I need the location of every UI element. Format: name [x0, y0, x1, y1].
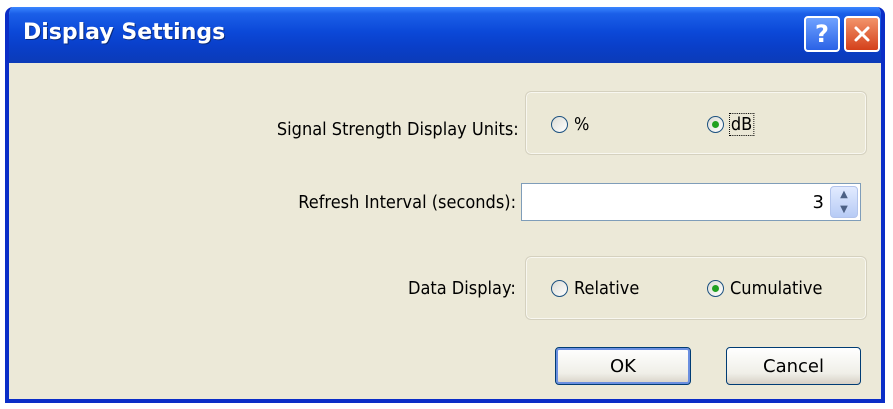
cancel-button-label: Cancel: [763, 355, 824, 377]
cumulative-radio-label: Cumulative: [730, 278, 823, 299]
percent-radio-circle: [551, 116, 568, 133]
percent-radio-label: %: [574, 114, 590, 135]
db-radio-circle: [707, 116, 724, 133]
cumulative-radio-circle: [707, 280, 724, 297]
help-button[interactable]: ?: [804, 16, 840, 52]
spinner-up-icon[interactable]: ▲: [831, 187, 857, 202]
title-bar[interactable]: Display Settings ?: [9, 7, 881, 63]
cancel-button[interactable]: Cancel: [726, 347, 861, 385]
cumulative-radio[interactable]: Cumulative: [707, 278, 833, 299]
refresh-interval-value: 3: [812, 192, 824, 213]
relative-radio[interactable]: Relative: [551, 278, 647, 299]
percent-radio[interactable]: %: [551, 114, 591, 135]
db-radio-label: dB: [729, 113, 755, 136]
window-title: Display Settings: [23, 20, 226, 45]
db-radio[interactable]: dB: [707, 113, 756, 136]
signal-strength-label: Signal Strength Display Units:: [277, 119, 519, 140]
relative-radio-circle: [551, 280, 568, 297]
spinner-down-icon[interactable]: ▼: [831, 202, 857, 217]
refresh-interval-spinner[interactable]: 3 ▲ ▼: [521, 183, 861, 221]
spinner-buttons: ▲ ▼: [830, 186, 858, 218]
data-display-label: Data Display:: [408, 278, 516, 299]
refresh-interval-label: Refresh Interval (seconds):: [298, 192, 516, 213]
ok-button[interactable]: OK: [555, 347, 691, 385]
close-icon: [854, 26, 870, 42]
help-icon: ?: [815, 20, 829, 48]
relative-radio-label: Relative: [574, 278, 640, 299]
ok-button-label: OK: [610, 355, 636, 377]
close-button[interactable]: [844, 16, 880, 52]
